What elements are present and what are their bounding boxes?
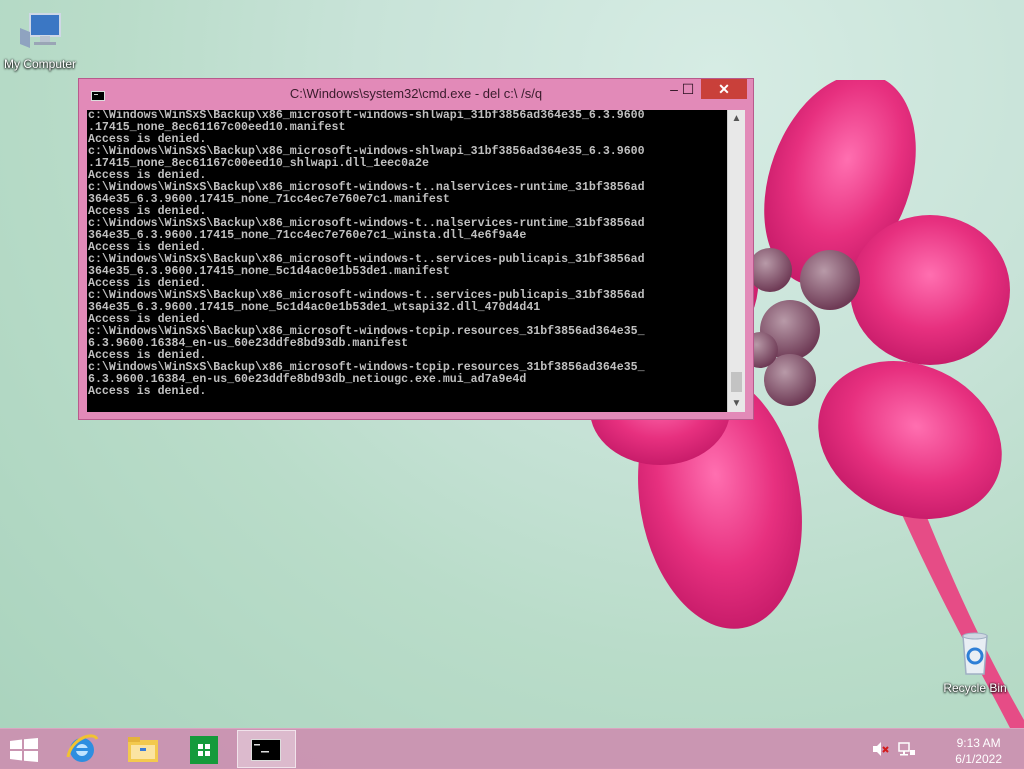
store-icon	[190, 736, 218, 764]
console-output[interactable]: c:\Windows\WinSxS\Backup\x86_microsoft-w…	[87, 110, 727, 412]
cmd-window[interactable]: C:\Windows\system32\cmd.exe - del c:\ /s…	[78, 78, 754, 420]
desktop-icon-my-computer[interactable]: My Computer	[0, 8, 80, 71]
console-line: Access is denied.	[88, 385, 207, 398]
internet-explorer-icon	[66, 734, 99, 762]
recycle-bin-icon	[962, 632, 988, 675]
maximize-button[interactable]: ☐	[677, 79, 699, 99]
vertical-scrollbar[interactable]: ▲ ▼	[727, 110, 745, 412]
taskbar-cmd[interactable]	[237, 730, 296, 768]
scrollbar-thumb[interactable]	[731, 372, 742, 392]
cmd-icon	[251, 739, 281, 761]
desktop-icon-recycle-bin[interactable]: Recycle Bin	[935, 632, 1015, 695]
clock-time: 9:13 AM	[956, 736, 1001, 750]
start-button[interactable]	[10, 738, 38, 762]
file-explorer-icon	[128, 737, 158, 762]
speaker-muted-icon[interactable]	[872, 741, 890, 757]
window-title: C:\Windows\system32\cmd.exe - del c:\ /s…	[289, 86, 543, 101]
system-clock[interactable]: 9:13 AM 6/1/2022	[955, 735, 1002, 767]
taskbar-store[interactable]	[176, 730, 232, 768]
computer-icon	[20, 13, 61, 48]
taskbar-internet-explorer[interactable]	[54, 730, 110, 768]
desktop-icon-label: My Computer	[3, 57, 77, 71]
taskbar-file-explorer[interactable]	[115, 730, 171, 768]
close-button[interactable]: ✕	[701, 79, 747, 99]
network-icon[interactable]	[898, 741, 916, 757]
taskbar: 9:13 AM 6/1/2022	[0, 728, 1024, 769]
desktop-icon-label: Recycle Bin	[943, 681, 1007, 695]
title-bar[interactable]: C:\Windows\system32\cmd.exe - del c:\ /s…	[79, 79, 753, 109]
scroll-down-arrow-icon[interactable]: ▼	[728, 395, 745, 412]
scroll-up-arrow-icon[interactable]: ▲	[728, 110, 745, 127]
clock-date: 6/1/2022	[955, 752, 1002, 766]
